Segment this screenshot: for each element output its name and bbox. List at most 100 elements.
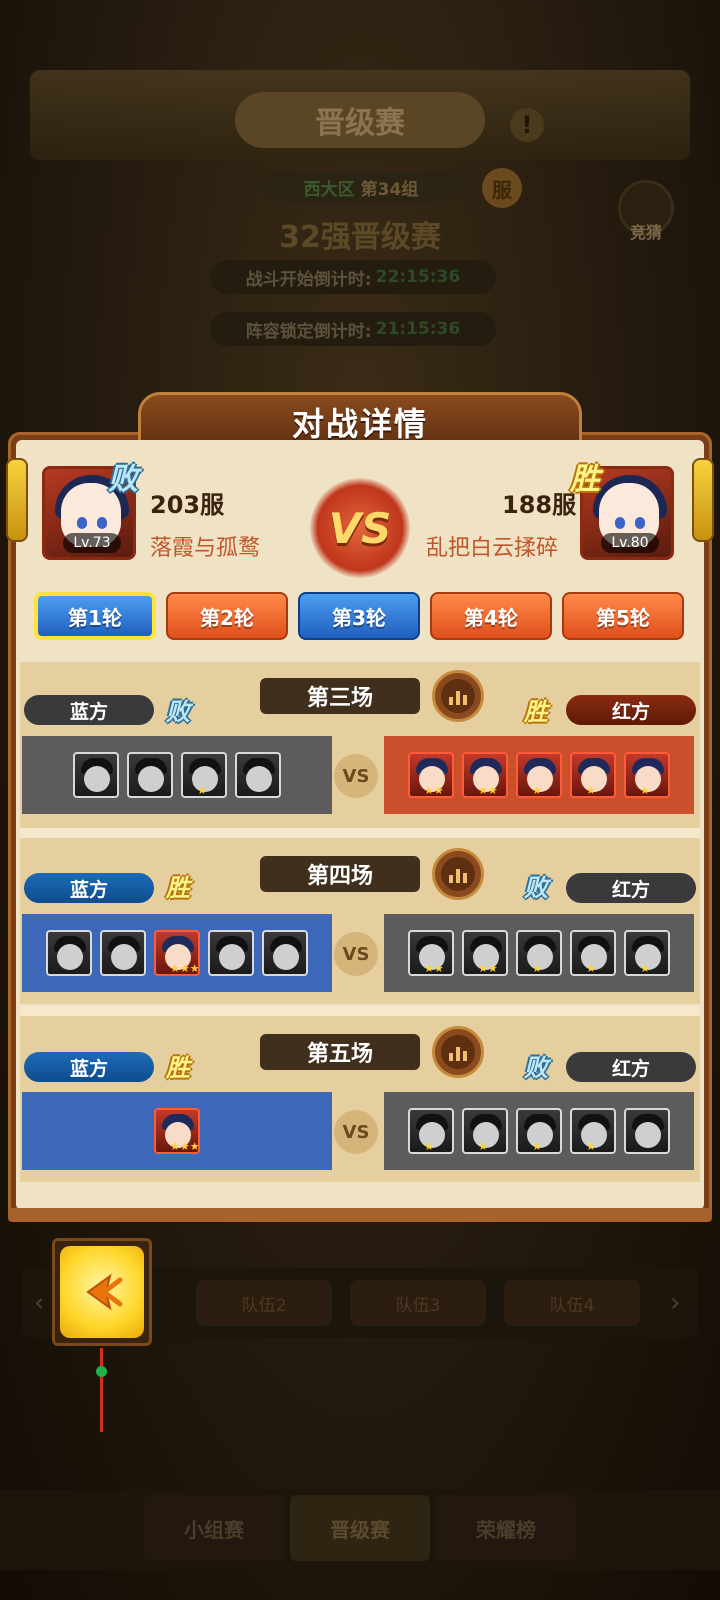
team-tab-2[interactable]: 队伍2 — [196, 1280, 332, 1326]
hero-portrait[interactable]: ★★ — [462, 752, 508, 798]
blue-side-label: 蓝方 — [24, 1052, 154, 1082]
battle-replay-icon[interactable] — [432, 848, 484, 900]
vs-badge: VS — [334, 932, 378, 976]
tab-group-stage[interactable]: 小组赛 — [144, 1495, 284, 1561]
hero-portrait[interactable]: ★ — [462, 1108, 508, 1154]
star-icon: ★ — [478, 1140, 488, 1153]
star-icon: ★★ — [478, 962, 498, 975]
round-tab-2[interactable]: 第2轮 — [166, 592, 288, 640]
battle-countdown: 战斗开始倒计时: 22:15:36 — [210, 260, 496, 294]
hero-portrait[interactable] — [127, 752, 173, 798]
hero-portrait[interactable]: ★ — [570, 752, 616, 798]
red-side-label: 红方 — [566, 695, 696, 725]
round-tab-4[interactable]: 第4轮 — [430, 592, 552, 640]
hero-portrait[interactable] — [100, 930, 146, 976]
star-icon: ★★ — [424, 962, 444, 975]
red-team-lineup: ★★ ★★ ★ ★ ★ — [384, 914, 694, 992]
hero-portrait[interactable]: ★ — [570, 930, 616, 976]
battle-countdown-label: 战斗开始倒计时: — [245, 269, 372, 290]
red-team-lineup: ★★ ★★ ★ ★ ★ — [384, 736, 694, 814]
lock-countdown-time: 21:15:36 — [375, 319, 461, 339]
hero-portrait[interactable]: ★★ — [408, 930, 454, 976]
modal-title: 对战详情 — [291, 405, 428, 443]
round-tab-5[interactable]: 第5轮 — [562, 592, 684, 640]
page-title: 晋级赛 — [235, 92, 485, 148]
tab-honor-board[interactable]: 荣耀榜 — [436, 1495, 576, 1561]
battle-replay-icon[interactable] — [432, 1026, 484, 1078]
blue-side-label: 蓝方 — [24, 873, 154, 903]
vs-badge: VS — [334, 1110, 378, 1154]
match-title-4: 第四场 — [260, 856, 420, 892]
star-icon: ★ — [586, 962, 596, 975]
hero-portrait[interactable]: ★ — [516, 752, 562, 798]
back-button[interactable] — [60, 1246, 144, 1338]
info-icon[interactable]: ! — [510, 108, 544, 142]
hero-portrait[interactable]: ★★★ — [154, 1108, 200, 1154]
hero-portrait[interactable] — [262, 930, 308, 976]
hero-portrait[interactable]: ★ — [516, 930, 562, 976]
vs-badge: VS — [334, 754, 378, 798]
scroll-handle-right — [692, 458, 714, 542]
hero-portrait[interactable]: ★ — [624, 752, 670, 798]
left-player-level: Lv.73 — [63, 533, 121, 553]
star-icon: ★★★ — [170, 962, 200, 975]
red-side-result: 败 — [524, 874, 548, 902]
team-tab-4[interactable]: 队伍4 — [504, 1280, 640, 1326]
star-icon: ★ — [586, 1140, 596, 1153]
group-name: 第34组 — [360, 179, 419, 200]
star-icon: ★ — [586, 784, 596, 797]
blue-side-result: 胜 — [166, 874, 190, 902]
chevron-right-icon[interactable]: › — [670, 1288, 680, 1318]
hero-portrait[interactable] — [235, 752, 281, 798]
star-icon: ★ — [197, 784, 207, 797]
hero-portrait[interactable]: ★★ — [408, 752, 454, 798]
blue-team-lineup: ★★★ — [22, 1092, 332, 1170]
right-player-name: 乱把白云揉碎 — [426, 536, 559, 561]
hero-portrait[interactable]: ★ — [570, 1108, 616, 1154]
tab-promotion[interactable]: 晋级赛 — [290, 1495, 430, 1561]
star-icon: ★★★ — [170, 1140, 200, 1153]
star-icon: ★ — [424, 1140, 434, 1153]
server-badge[interactable]: 服 — [482, 168, 522, 208]
region-badge: 西大区 第34组 — [262, 172, 460, 202]
blue-side-label: 蓝方 — [24, 695, 154, 725]
round-tab-3[interactable]: 第3轮 — [298, 592, 420, 640]
hero-portrait[interactable]: ★ — [408, 1108, 454, 1154]
red-team-lineup: ★ ★ ★ ★ — [384, 1092, 694, 1170]
hero-portrait[interactable] — [208, 930, 254, 976]
battle-countdown-time: 22:15:36 — [375, 267, 461, 287]
chevron-left-icon[interactable]: ‹ — [34, 1288, 44, 1318]
blue-side-result: 败 — [166, 698, 190, 726]
blue-side-result: 胜 — [166, 1054, 190, 1082]
hero-portrait[interactable]: ★ — [516, 1108, 562, 1154]
section-divider — [20, 1006, 700, 1016]
vs-emblem: VS — [310, 478, 410, 578]
section-divider — [20, 828, 700, 838]
star-icon: ★ — [640, 784, 650, 797]
hero-portrait[interactable]: ★ — [181, 752, 227, 798]
match-title-3: 第三场 — [260, 678, 420, 714]
hero-portrait[interactable]: ★ — [624, 930, 670, 976]
star-icon: ★★ — [424, 784, 444, 797]
hero-portrait[interactable] — [73, 752, 119, 798]
red-side-result: 胜 — [524, 698, 548, 726]
match-title-5: 第五场 — [260, 1034, 420, 1070]
region-name: 西大区 — [303, 179, 355, 200]
right-player-result: 胜 — [570, 462, 600, 497]
left-player-result: 败 — [108, 462, 138, 497]
star-icon: ★ — [640, 962, 650, 975]
star-icon: ★★ — [478, 784, 498, 797]
team-tab-3[interactable]: 队伍3 — [350, 1280, 486, 1326]
blue-team-lineup: ★★★ — [22, 914, 332, 992]
round-tab-1[interactable]: 第1轮 — [34, 592, 156, 640]
hero-portrait[interactable]: ★★★ — [154, 930, 200, 976]
lock-countdown: 阵容锁定倒计时: 21:15:36 — [210, 312, 496, 346]
lantern-string — [100, 1348, 103, 1432]
hero-portrait[interactable]: ★★ — [462, 930, 508, 976]
hero-portrait[interactable] — [624, 1108, 670, 1154]
battle-replay-icon[interactable] — [432, 670, 484, 722]
star-icon: ★ — [532, 1140, 542, 1153]
star-icon: ★ — [532, 962, 542, 975]
right-player-level: Lv.80 — [601, 533, 659, 553]
hero-portrait[interactable] — [46, 930, 92, 976]
